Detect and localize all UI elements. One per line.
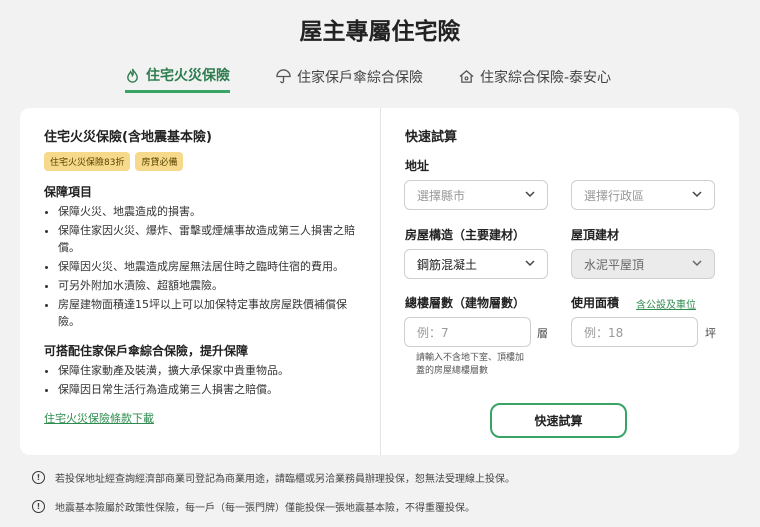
tab-home-insurance[interactable]: 住家綜合保險-泰安心 <box>459 60 611 93</box>
notice-1: ! 若投保地址經查詢經濟部商業司登記為商業用途，請臨櫃或另洽業務員辦理投保，恕無… <box>32 470 515 485</box>
chevron-down-icon <box>525 191 535 198</box>
list-item: 保障因火災、地震造成房屋無法居住時之臨時住宿的費用。 <box>58 258 364 275</box>
chevron-down-icon <box>692 260 702 267</box>
structure-select[interactable]: 鋼筋混凝土 <box>404 249 548 279</box>
umbrella-icon <box>276 69 291 84</box>
terms-download-link[interactable]: 住宅火災保險條款下載 <box>44 410 154 426</box>
county-select[interactable]: 選擇縣市 <box>404 180 548 210</box>
tab-fire-insurance[interactable]: 住宅火災保險 <box>125 60 230 93</box>
divider <box>380 108 381 455</box>
area-placeholder: 例：18 <box>584 325 624 340</box>
plan-title: 住宅火災保險(含地震基本險) <box>44 130 212 145</box>
notice-text: 若投保地址經查詢經濟部商業司登記為商業用途，請臨櫃或另洽業務員辦理投保，恕無法受… <box>55 474 515 485</box>
product-tabs: 住宅火災保險 住家保戶傘綜合保險 住家綜合保險-泰安心 <box>0 60 760 94</box>
house-icon <box>459 70 474 83</box>
badge-group: 住宅火災保險83折 房貸必備 <box>44 152 364 171</box>
mortgage-badge: 房貸必備 <box>135 152 184 171</box>
plan-details: 住宅火災保險(含地震基本險) 住宅火災保險83折 房貸必備 保障項目 保障火災、… <box>44 126 364 426</box>
coverage-heading: 保障項目 <box>44 185 93 199</box>
roof-label: 屋頂建材 <box>571 228 620 242</box>
fire-icon <box>127 68 138 83</box>
area-label: 使用面積 <box>571 296 620 310</box>
coverage-list: 保障火災、地震造成的損害。 保障住家因火災、爆炸、雷擊或煙燻事故造成第三人損害之… <box>44 203 364 330</box>
info-icon: ! <box>32 471 45 484</box>
chevron-down-icon <box>525 260 535 267</box>
district-placeholder: 選擇行政區 <box>584 188 645 203</box>
tab-label: 住家綜合保險-泰安心 <box>480 69 612 86</box>
insurance-card: 住宅火災保險(含地震基本險) 住宅火災保險83折 房貸必備 保障項目 保障火災、… <box>20 108 739 455</box>
tab-label: 住宅火災保險 <box>146 68 230 84</box>
quick-calc-button[interactable]: 快速試算 <box>490 403 627 438</box>
addon-heading: 可搭配住家保戶傘綜合保險，提升保障 <box>44 344 249 358</box>
structure-label: 房屋構造（主要建材） <box>405 228 526 242</box>
list-item: 保障因日常生活行為造成第三人損害之賠償。 <box>58 381 364 398</box>
chevron-down-icon <box>692 191 702 198</box>
tab-label: 住家保戶傘綜合保險 <box>297 69 423 86</box>
notice-text: 地震基本險屬於政策性保險，每一戶（每一張門牌）僅能投保一張地震基本險，不得重覆投… <box>55 503 475 514</box>
discount-badge: 住宅火災保險83折 <box>44 152 131 171</box>
floors-input[interactable]: 例：7 <box>404 317 531 347</box>
floors-hint: 請輸入不含地下室、頂樓加蓋的房屋總樓層數 <box>416 353 525 376</box>
area-unit: 坪 <box>705 327 716 340</box>
roof-select[interactable]: 水泥平屋頂 <box>571 249 715 279</box>
notice-2: ! 地震基本險屬於政策性保險，每一戶（每一張門牌）僅能投保一張地震基本險，不得重… <box>32 499 475 514</box>
tab-umbrella-insurance[interactable]: 住家保戶傘綜合保險 <box>276 60 423 93</box>
county-placeholder: 選擇縣市 <box>417 188 466 203</box>
floors-unit: 層 <box>537 327 548 340</box>
structure-value: 鋼筋混凝土 <box>417 257 478 272</box>
area-info-link[interactable]: 含公設及車位 <box>636 296 696 311</box>
list-item: 房屋建物面積達15坪以上可以加保特定事故房屋跌價補償保險。 <box>58 296 364 330</box>
quick-calc-title: 快速試算 <box>405 130 458 145</box>
list-item: 保障住家動產及裝潢，擴大承保家中貴重物品。 <box>58 362 364 379</box>
addon-list: 保障住家動產及裝潢，擴大承保家中貴重物品。 保障因日常生活行為造成第三人損害之賠… <box>44 362 364 398</box>
area-input[interactable]: 例：18 <box>571 317 698 347</box>
district-select[interactable]: 選擇行政區 <box>571 180 715 210</box>
roof-value: 水泥平屋頂 <box>584 257 645 272</box>
info-icon: ! <box>32 500 45 513</box>
list-item: 可另外附加水漬險、超額地震險。 <box>58 277 364 294</box>
address-label: 地址 <box>405 159 430 173</box>
floors-label: 總樓層數（建物層數） <box>405 296 526 310</box>
page-title: 屋主專屬住宅險 <box>299 19 461 45</box>
list-item: 保障住家因火災、爆炸、雷擊或煙燻事故造成第三人損害之賠償。 <box>58 222 364 256</box>
list-item: 保障火災、地震造成的損害。 <box>58 203 364 220</box>
floors-placeholder: 例：7 <box>417 325 449 340</box>
